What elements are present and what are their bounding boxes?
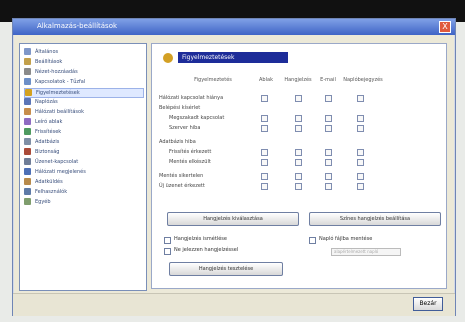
nav-item[interactable]: Beállítások [24,58,144,68]
checkbox[interactable] [295,115,302,122]
checkbox[interactable] [261,173,268,180]
update-icon [24,128,31,135]
warning-row-label: Új üzenet érkezett [159,183,205,189]
checkbox[interactable] [295,159,302,166]
nav-item[interactable]: Frissítések [24,128,144,138]
send-icon [24,178,31,185]
checkbox[interactable] [357,159,364,166]
close-button[interactable]: X [439,21,451,33]
checkbox[interactable] [357,149,364,156]
checkbox[interactable] [325,95,332,102]
checkbox[interactable] [357,115,364,122]
message-icon [24,158,31,165]
column-header: Naplóbejegyzés [343,77,383,83]
window-title: Alkalmazás-beállítások [37,22,118,30]
checkbox[interactable] [325,159,332,166]
network-icon [24,78,31,85]
document-icon [24,118,31,125]
warning-row-label: Adatbázis hiba [159,139,196,145]
column-header: E-mail [320,77,336,83]
warning-row-label: Szerver hiba [169,125,201,131]
nav-item[interactable]: Adatküldés [24,178,144,188]
checkbox[interactable] [357,183,364,190]
nav-item[interactable]: Üzenet-kapcsolat [24,158,144,168]
network-settings-icon [24,108,31,115]
repeat-checkbox[interactable] [164,237,171,244]
users-icon [24,188,31,195]
checkbox[interactable] [325,149,332,156]
nav-item[interactable]: Hálózati beállítások [24,108,144,118]
checkbox[interactable] [261,125,268,132]
settings-window: Alkalmazás-beállítások X Általános Beáll… [12,18,456,316]
checkbox[interactable] [357,173,364,180]
security-icon [24,148,31,155]
checkbox[interactable] [325,115,332,122]
misc-icon [24,198,31,205]
checkbox[interactable] [261,115,268,122]
checkbox[interactable] [357,125,364,132]
warning-icon [163,53,173,63]
checkbox[interactable] [261,183,268,190]
mute-checkbox[interactable] [164,248,171,255]
column-header: Hangjelzés [284,77,312,83]
nav-item[interactable]: Adatbázis [24,138,144,148]
nav-item[interactable]: Biztonság [24,148,144,158]
log-path-field[interactable]: alapértelmezett napló [331,248,401,256]
checkbox[interactable] [325,183,332,190]
nav-item[interactable]: Egyéb [24,198,144,208]
nav-item[interactable]: Felhasználók [24,188,144,198]
column-header: Ablak [259,77,273,83]
nav-item[interactable]: Leíró ablak [24,118,144,128]
warning-row-label: Mentés elkészült [169,159,211,165]
mute-label: Ne jelezzen hangjelzéssel [174,247,239,253]
nav-item[interactable]: Kapcsolatok - Tűzfal [24,78,144,88]
checkbox[interactable] [295,183,302,190]
warning-row-label: Megszakadt kapcsolat [169,115,225,121]
gear-icon [24,58,31,65]
bottom-bar [13,293,455,316]
select-sound-button[interactable]: Hangjelzés kiválasztása [167,212,299,226]
nav-item-warnings[interactable]: Figyelmeztetések [24,88,144,98]
column-header: Figyelmeztetés [194,77,232,83]
checkbox[interactable] [295,173,302,180]
checkbox[interactable] [325,173,332,180]
checkbox[interactable] [261,159,268,166]
test-sound-button[interactable]: Hangjelzés tesztelése [169,262,283,276]
display-icon [24,168,31,175]
settings-navigation: Általános Beállítások Nézet-hozzáadás Ka… [19,43,147,291]
warning-row-label: Frissítés érkezett [169,149,212,155]
checkbox[interactable] [261,95,268,102]
checkbox[interactable] [325,125,332,132]
checkbox[interactable] [357,95,364,102]
warning-row-label: Hálózati kapcsolat hiánya [159,95,224,101]
checkbox[interactable] [295,149,302,156]
nav-item[interactable]: Naplózás [24,98,144,108]
view-icon [24,68,31,75]
checkbox[interactable] [261,149,268,156]
close-dialog-button[interactable]: Bezár [413,297,443,311]
checkbox[interactable] [295,95,302,102]
nav-item[interactable]: Általános [24,48,144,58]
log-icon [24,98,31,105]
nav-item[interactable]: Hálózati megjelenés [24,168,144,178]
nav-item[interactable]: Nézet-hozzáadás [24,68,144,78]
warning-row-label: Mentés sikertelen [159,173,204,179]
database-icon [24,138,31,145]
repeat-label: Hangjelzés ismétlése [174,236,227,242]
color-sound-button[interactable]: Színes hangjelzés beállítása [309,212,441,226]
warning-icon [25,89,32,96]
checkbox[interactable] [295,125,302,132]
save-log-checkbox[interactable] [309,237,316,244]
warning-row-label: Belépési kísérlet [159,105,201,111]
settings-icon [24,48,31,55]
window-titlebar: Alkalmazás-beállítások X [13,19,455,35]
save-log-label: Napló fájlba mentése [319,236,373,242]
section-title: Figyelmeztetések [178,52,288,63]
